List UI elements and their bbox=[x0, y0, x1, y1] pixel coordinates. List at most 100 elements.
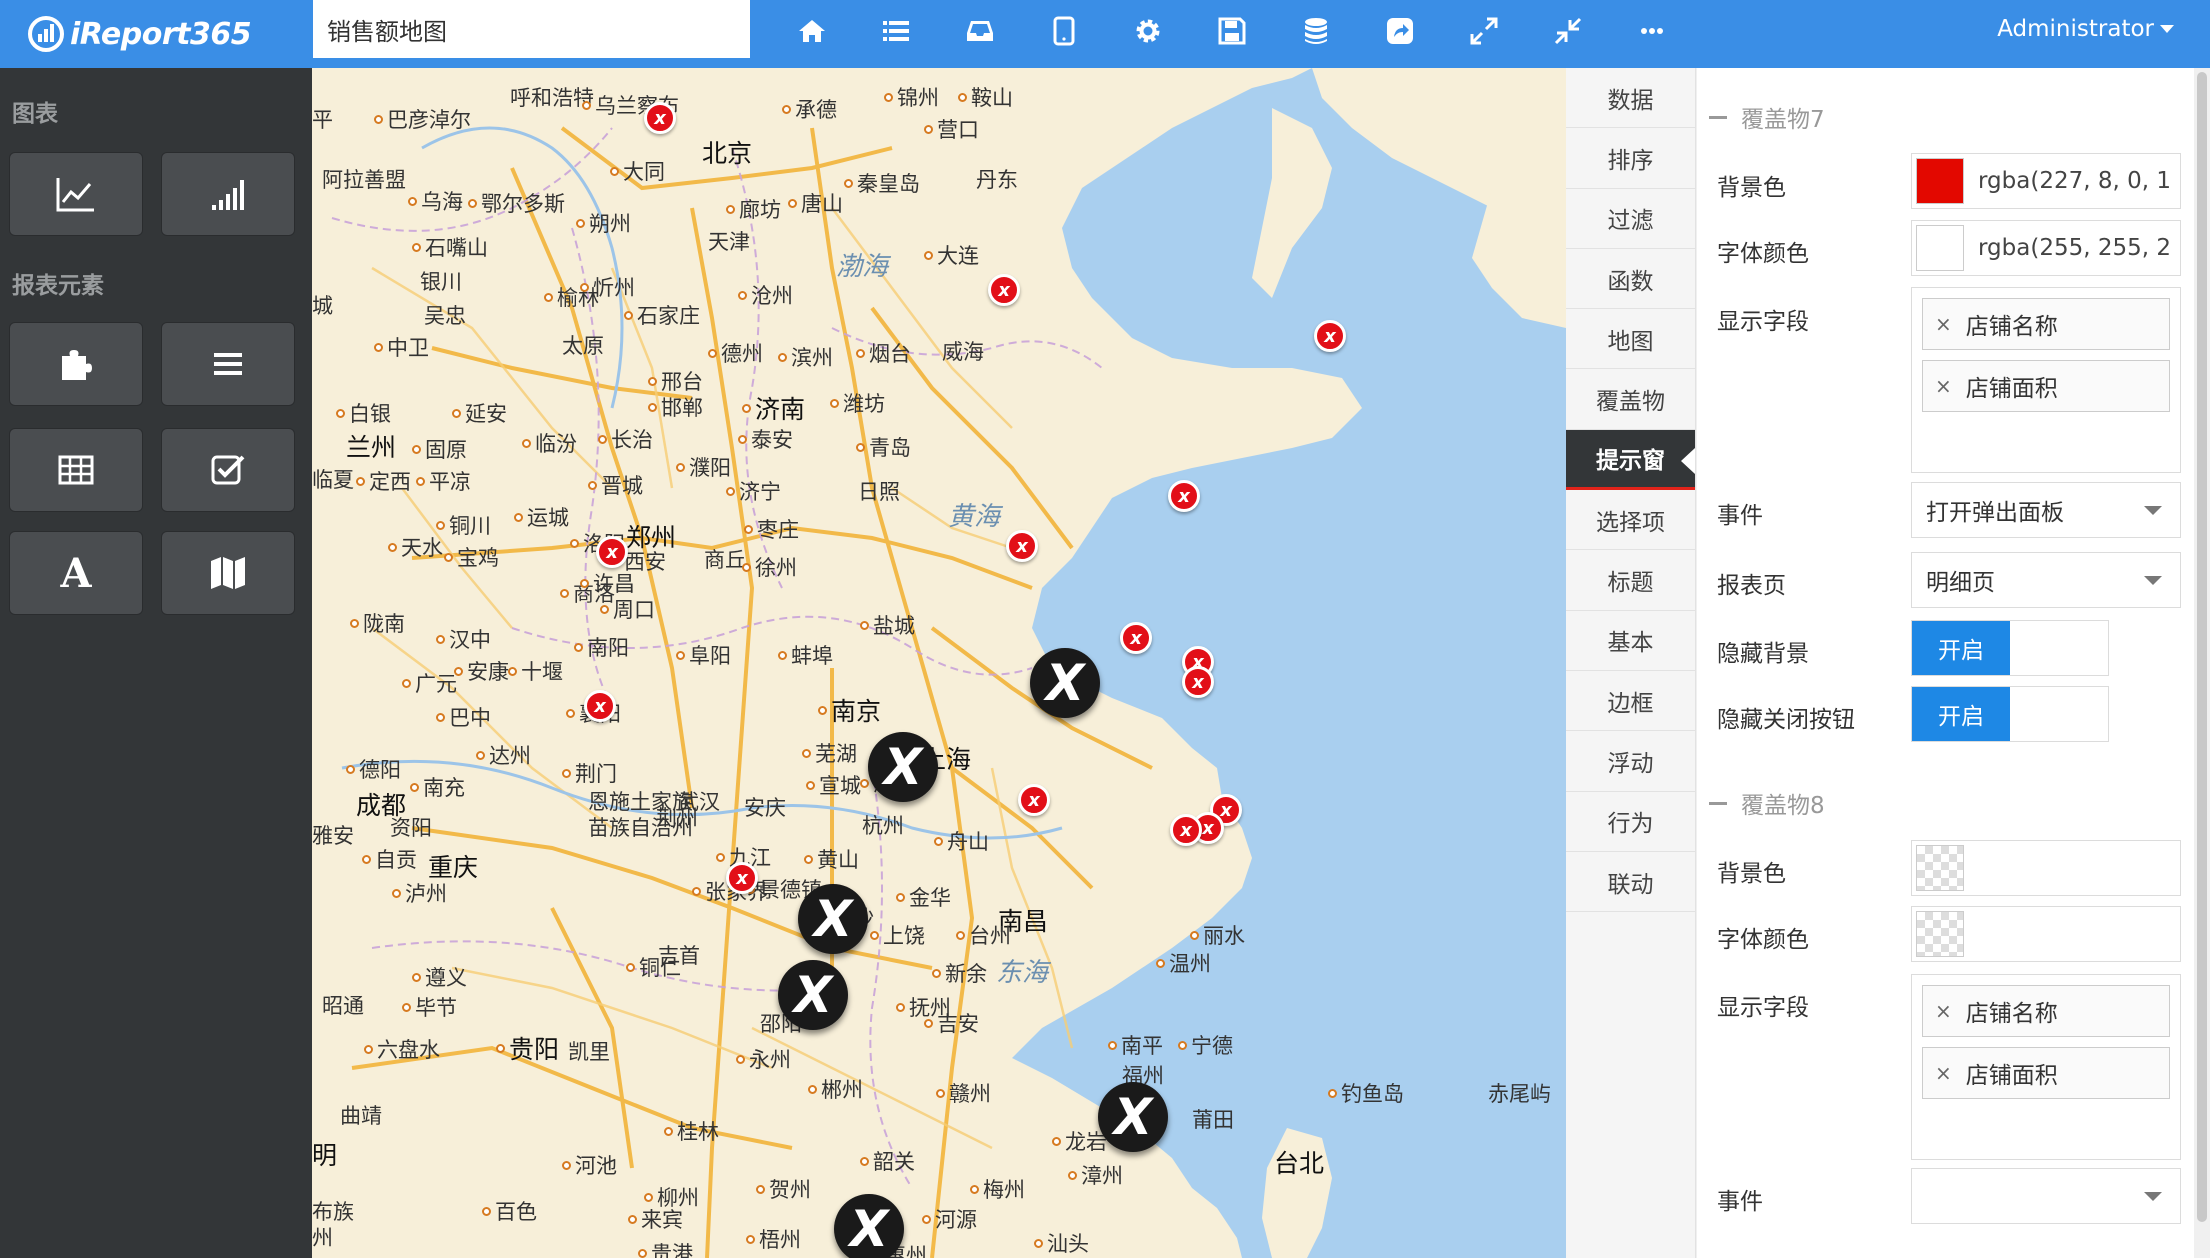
hide-bg-toggle[interactable]: 开启 bbox=[1911, 620, 2109, 676]
line-chart-tile[interactable] bbox=[9, 152, 143, 236]
save-icon[interactable] bbox=[1190, 0, 1274, 62]
tab-title[interactable]: 标题 bbox=[1566, 550, 1695, 611]
store-pin[interactable]: x bbox=[988, 274, 1020, 306]
panel-scrollbar[interactable] bbox=[2194, 68, 2210, 1258]
report-page-select[interactable]: 明细页 bbox=[1911, 552, 2181, 608]
tab-data[interactable]: 数据 bbox=[1566, 68, 1695, 129]
display-fields-label: 显示字段 bbox=[1717, 309, 1809, 335]
home-icon[interactable] bbox=[770, 0, 854, 62]
store-pin[interactable]: x bbox=[1168, 480, 1200, 512]
tablet-icon[interactable] bbox=[1022, 0, 1106, 62]
city-label: 日照 bbox=[858, 480, 900, 504]
store-pin[interactable]: x bbox=[1182, 666, 1214, 698]
tab-function[interactable]: 函数 bbox=[1566, 249, 1695, 310]
city-label: 定西 bbox=[356, 466, 411, 496]
list-lines-icon bbox=[214, 353, 242, 375]
bar-chart-tile[interactable] bbox=[161, 152, 295, 236]
list-icon[interactable] bbox=[854, 0, 938, 62]
event-select[interactable]: 打开弹出面板 bbox=[1911, 482, 2181, 538]
color-swatch[interactable] bbox=[1916, 225, 1964, 271]
city-label: 阜阳 bbox=[676, 640, 731, 670]
store-pin[interactable]: x bbox=[726, 862, 758, 894]
city-label: 明 bbox=[312, 1141, 338, 1170]
color-swatch[interactable] bbox=[1916, 911, 1964, 957]
city-label: 漳州 bbox=[1068, 1160, 1123, 1190]
font-color-field[interactable]: rgba(255, 255, 2 bbox=[1911, 220, 2181, 276]
tab-tooltip[interactable]: 提示窗 bbox=[1566, 429, 1695, 491]
bg-color-field[interactable]: rgba(227, 8, 0, 1 bbox=[1911, 153, 2181, 209]
tab-basic[interactable]: 基本 bbox=[1566, 611, 1695, 671]
puzzle-tile[interactable] bbox=[9, 322, 143, 406]
inbox-icon[interactable] bbox=[938, 0, 1022, 62]
puzzle-icon bbox=[62, 350, 92, 380]
report-title-input[interactable] bbox=[313, 0, 750, 58]
remove-tag-icon[interactable]: × bbox=[1935, 999, 1952, 1023]
highlight-marker[interactable]: X bbox=[1030, 648, 1100, 718]
scrollbar-thumb[interactable] bbox=[2197, 72, 2207, 1222]
sales-map[interactable]: 渤海 黄海 东海 呼和浩特 乌兰察布 巴彦淖尔 阿拉善盟 北京 承德 锦州 鞍山… bbox=[312, 68, 1566, 1258]
compress-icon[interactable] bbox=[1526, 0, 1610, 62]
more-icon[interactable] bbox=[1610, 0, 1694, 62]
city-label: 营口 bbox=[924, 114, 979, 144]
report-page-label: 报表页 bbox=[1717, 573, 1786, 599]
store-pin[interactable]: x bbox=[1006, 530, 1038, 562]
tab-filter[interactable]: 过滤 bbox=[1566, 189, 1695, 249]
tab-behavior[interactable]: 行为 bbox=[1566, 792, 1695, 852]
list-lines-tile[interactable] bbox=[161, 322, 295, 406]
event-select[interactable] bbox=[1911, 1168, 2181, 1224]
tab-border[interactable]: 边框 bbox=[1566, 671, 1695, 732]
table-tile[interactable] bbox=[9, 428, 143, 512]
tab-options[interactable]: 选择项 bbox=[1566, 490, 1695, 551]
toolbar bbox=[770, 0, 1694, 62]
display-fields-select[interactable]: × 店铺名称 × 店铺面积 bbox=[1911, 287, 2181, 473]
database-icon[interactable] bbox=[1274, 0, 1358, 62]
share-icon[interactable] bbox=[1358, 0, 1442, 62]
overlay-group-header[interactable]: 覆盖物7 bbox=[1709, 100, 1825, 134]
display-fields-select[interactable]: × 店铺名称 × 店铺面积 bbox=[1911, 974, 2181, 1160]
city-label: 忻州 bbox=[580, 272, 635, 302]
color-swatch[interactable] bbox=[1916, 158, 1964, 204]
city-label: 阿拉善盟 bbox=[322, 168, 406, 192]
store-pin[interactable]: x bbox=[596, 536, 628, 568]
logo-icon bbox=[28, 16, 64, 52]
tab-map[interactable]: 地图 bbox=[1566, 309, 1695, 370]
city-label: 太原 bbox=[562, 334, 604, 358]
remove-tag-icon[interactable]: × bbox=[1935, 374, 1952, 398]
tab-sort[interactable]: 排序 bbox=[1566, 128, 1695, 189]
highlight-marker[interactable]: X bbox=[868, 732, 938, 802]
element-section-title: 报表元素 bbox=[12, 273, 104, 299]
highlight-marker[interactable]: X bbox=[798, 884, 868, 954]
map-tile[interactable] bbox=[161, 531, 295, 615]
tab-linkage[interactable]: 联动 bbox=[1566, 852, 1695, 913]
highlight-marker[interactable]: X bbox=[778, 960, 848, 1030]
store-pin[interactable]: x bbox=[1170, 814, 1202, 846]
expand-icon[interactable] bbox=[1442, 0, 1526, 62]
store-pin[interactable]: x bbox=[1314, 320, 1346, 352]
store-pin[interactable]: x bbox=[644, 102, 676, 134]
overlay-group-header[interactable]: 覆盖物8 bbox=[1709, 786, 1825, 820]
text-tile[interactable]: A bbox=[9, 531, 143, 615]
store-pin[interactable]: x bbox=[1018, 784, 1050, 816]
remove-tag-icon[interactable]: × bbox=[1935, 1061, 1952, 1085]
store-pin[interactable]: x bbox=[1120, 622, 1152, 654]
city-label: 乌海 bbox=[408, 186, 463, 216]
city-label: 梧州 bbox=[746, 1224, 801, 1254]
sea-label: 渤海 bbox=[836, 252, 889, 282]
highlight-marker[interactable]: X bbox=[1098, 1082, 1168, 1152]
store-pin[interactable]: x bbox=[584, 690, 616, 722]
tab-overlay[interactable]: 覆盖物 bbox=[1566, 369, 1695, 430]
highlight-marker[interactable]: X bbox=[834, 1194, 904, 1258]
event-label: 事件 bbox=[1717, 1189, 1763, 1215]
checkbox-tile[interactable] bbox=[161, 428, 295, 512]
gear-icon[interactable] bbox=[1106, 0, 1190, 62]
app-logo[interactable]: iReport365 bbox=[28, 10, 252, 58]
color-swatch[interactable] bbox=[1916, 845, 1964, 891]
city-label: 金华 bbox=[896, 882, 951, 912]
sea-label: 黄海 bbox=[948, 502, 1001, 532]
hide-close-toggle[interactable]: 开启 bbox=[1911, 686, 2109, 742]
user-menu[interactable]: Administrator bbox=[1997, 16, 2174, 42]
bg-color-field[interactable] bbox=[1911, 840, 2181, 896]
remove-tag-icon[interactable]: × bbox=[1935, 312, 1952, 336]
tab-float[interactable]: 浮动 bbox=[1566, 731, 1695, 792]
font-color-field[interactable] bbox=[1911, 906, 2181, 962]
